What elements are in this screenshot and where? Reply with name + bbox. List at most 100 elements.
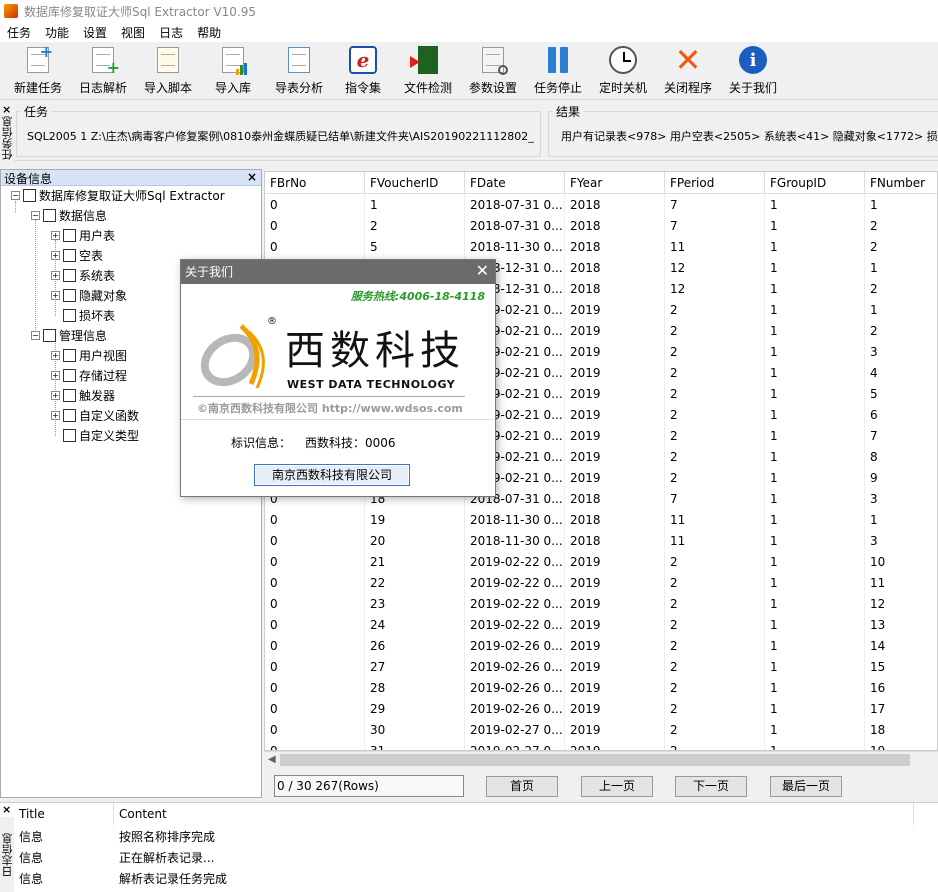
id-value: 西数科技：0006 — [305, 436, 396, 450]
expand-icon[interactable]: + — [51, 350, 60, 360]
param-settings-button[interactable]: 参数设置 — [467, 44, 519, 98]
expand-icon[interactable]: + — [51, 390, 60, 400]
log-row[interactable]: 信息 解析表记录任务完成 — [14, 869, 914, 890]
table-row[interactable]: 0 24 2019-02-22 0... 2019 2 1 13 — [265, 615, 937, 636]
tree-user-views[interactable]: + 用户视图 — [51, 345, 127, 365]
table-row[interactable]: 0 31 2019-02-27 0... 2019 2 1 19 — [265, 741, 937, 750]
table-row[interactable]: 0 23 2019-02-22 0... 2019 2 1 12 — [265, 594, 937, 615]
tree-custom-types[interactable]: 自定义类型 — [63, 425, 139, 445]
dialog-close-icon[interactable]: ✕ — [476, 260, 489, 282]
tree-triggers[interactable]: + 触发器 — [51, 385, 115, 405]
first-page-button[interactable]: 首页 — [486, 776, 558, 797]
grid-col-header[interactable]: FNumber — [865, 172, 937, 194]
table-row[interactable]: 0 19 2018-11-30 0... 2018 11 1 1 — [265, 510, 937, 531]
data-info-checkbox[interactable] — [43, 208, 56, 222]
table-row[interactable]: 0 28 2019-02-26 0... 2019 2 1 16 — [265, 678, 937, 699]
table-cell: 2019 — [565, 552, 665, 573]
table-row[interactable]: 0 22 2019-02-22 0... 2019 2 1 11 — [265, 573, 937, 594]
tree-user-tables[interactable]: + 用户表 — [51, 225, 115, 245]
table-cell: 31 — [365, 741, 465, 750]
table-row[interactable]: 0 2 2018-07-31 0... 2018 7 1 2 — [265, 216, 937, 237]
menu-help[interactable]: 帮助 — [190, 24, 228, 41]
table-row[interactable]: 0 20 2018-11-30 0... 2018 11 1 3 — [265, 531, 937, 552]
collapse-icon[interactable]: − — [11, 190, 20, 200]
next-page-button[interactable]: 下一页 — [675, 776, 747, 797]
tree-damaged-tables[interactable]: 损坏表 — [63, 305, 115, 325]
table-row[interactable]: 0 1 2018-07-31 0... 2018 7 1 1 — [265, 195, 937, 216]
system-tables-checkbox[interactable] — [63, 268, 76, 282]
export-analysis-button[interactable]: 导表分析 — [272, 44, 326, 98]
table-row[interactable]: 0 21 2019-02-22 0... 2019 2 1 10 — [265, 552, 937, 573]
expand-icon[interactable]: + — [51, 410, 60, 420]
log-row[interactable]: 信息 正在解析表记录... — [14, 848, 914, 869]
log-row[interactable]: 信息 按照名称排序完成 — [14, 827, 914, 848]
file-check-button[interactable]: 文件检测 — [402, 44, 454, 98]
device-panel-close-icon[interactable]: × — [247, 170, 257, 184]
table-row[interactable]: 0 26 2019-02-26 0... 2019 2 1 14 — [265, 636, 937, 657]
expand-icon[interactable]: + — [51, 290, 60, 300]
user-views-checkbox[interactable] — [63, 348, 76, 362]
menu-log[interactable]: 日志 — [152, 24, 190, 41]
grid-col-header[interactable]: FGroupID — [765, 172, 865, 194]
last-page-button[interactable]: 最后一页 — [770, 776, 842, 797]
expand-icon[interactable]: + — [51, 230, 60, 240]
close-program-button[interactable]: ✕ 关闭程序 — [662, 44, 714, 98]
tree-system-tables[interactable]: + 系统表 — [51, 265, 115, 285]
grid-col-header[interactable]: FBrNo — [265, 172, 365, 194]
task-info-side-tab[interactable]: 任务信息 — [0, 115, 14, 161]
menu-function[interactable]: 功能 — [38, 24, 76, 41]
horizontal-scrollbar[interactable]: ◀ — [264, 751, 938, 768]
table-row[interactable]: 0 29 2019-02-26 0... 2019 2 1 17 — [265, 699, 937, 720]
user-tables-checkbox[interactable] — [63, 228, 76, 242]
custom-functions-checkbox[interactable] — [63, 408, 76, 422]
new-task-button[interactable]: + 新建任务 — [12, 44, 64, 98]
triggers-checkbox[interactable] — [63, 388, 76, 402]
command-set-button[interactable]: e 指令集 — [342, 44, 384, 98]
expand-icon[interactable]: + — [51, 270, 60, 280]
custom-types-checkbox[interactable] — [63, 428, 76, 442]
import-db-button[interactable]: 导入库 — [210, 44, 256, 98]
task-stop-button[interactable]: 任务停止 — [532, 44, 584, 98]
expand-icon[interactable]: + — [51, 370, 60, 380]
prev-page-button[interactable]: 上一页 — [581, 776, 653, 797]
menu-view[interactable]: 视图 — [114, 24, 152, 41]
menu-settings[interactable]: 设置 — [76, 24, 114, 41]
grid-col-header[interactable]: FVoucherID — [365, 172, 465, 194]
empty-tables-checkbox[interactable] — [63, 248, 76, 262]
table-row[interactable]: 0 30 2019-02-27 0... 2019 2 1 18 — [265, 720, 937, 741]
company-button[interactable]: 南京西数科技有限公司 — [254, 464, 410, 486]
tree-data-info[interactable]: − 数据信息 — [31, 205, 107, 225]
table-cell: 0 — [265, 531, 365, 552]
collapse-icon[interactable]: − — [31, 330, 40, 340]
mgmt-info-checkbox[interactable] — [43, 328, 56, 342]
about-us-button[interactable]: i 关于我们 — [727, 44, 779, 98]
scrollbar-thumb[interactable] — [280, 754, 910, 766]
root-checkbox[interactable] — [23, 188, 36, 202]
grid-col-header[interactable]: FPeriod — [665, 172, 765, 194]
log-info-side-tab[interactable]: 日志信息 — [0, 817, 14, 892]
grid-col-header[interactable]: FYear — [565, 172, 665, 194]
expand-icon[interactable]: + — [51, 250, 60, 260]
tree-custom-functions[interactable]: + 自定义函数 — [51, 405, 139, 425]
tree-stored-procedures[interactable]: + 存储过程 — [51, 365, 127, 385]
pager: 0 / 30 267(Rows) 首页 上一页 下一页 最后一页 — [264, 770, 938, 798]
tree-hidden-objects[interactable]: + 隐藏对象 — [51, 285, 127, 305]
collapse-icon[interactable]: − — [31, 210, 40, 220]
scroll-left-icon[interactable]: ◀ — [268, 754, 276, 765]
table-row[interactable]: 0 27 2019-02-26 0... 2019 2 1 15 — [265, 657, 937, 678]
tree-root[interactable]: − 数据库修复取证大师Sql Extractor — [11, 185, 225, 205]
tree-empty-tables[interactable]: + 空表 — [51, 245, 103, 265]
table-cell: 1 — [765, 195, 865, 216]
hidden-objects-checkbox[interactable] — [63, 288, 76, 302]
stored-procedures-checkbox[interactable] — [63, 368, 76, 382]
scheduled-shutdown-button[interactable]: 定时关机 — [597, 44, 649, 98]
log-parse-button[interactable]: + 日志解析 — [77, 44, 129, 98]
import-script-button[interactable]: 导入脚本 — [142, 44, 194, 98]
grid-col-header[interactable]: FDate — [465, 172, 565, 194]
table-cell: 2018 — [565, 531, 665, 552]
tree-mgmt-info[interactable]: − 管理信息 — [31, 325, 107, 345]
log-panel-close-icon[interactable]: × — [2, 803, 11, 816]
menu-task[interactable]: 任务 — [0, 24, 38, 41]
damaged-tables-checkbox[interactable] — [63, 308, 76, 322]
table-row[interactable]: 0 5 2018-11-30 0... 2018 11 1 2 — [265, 237, 937, 258]
